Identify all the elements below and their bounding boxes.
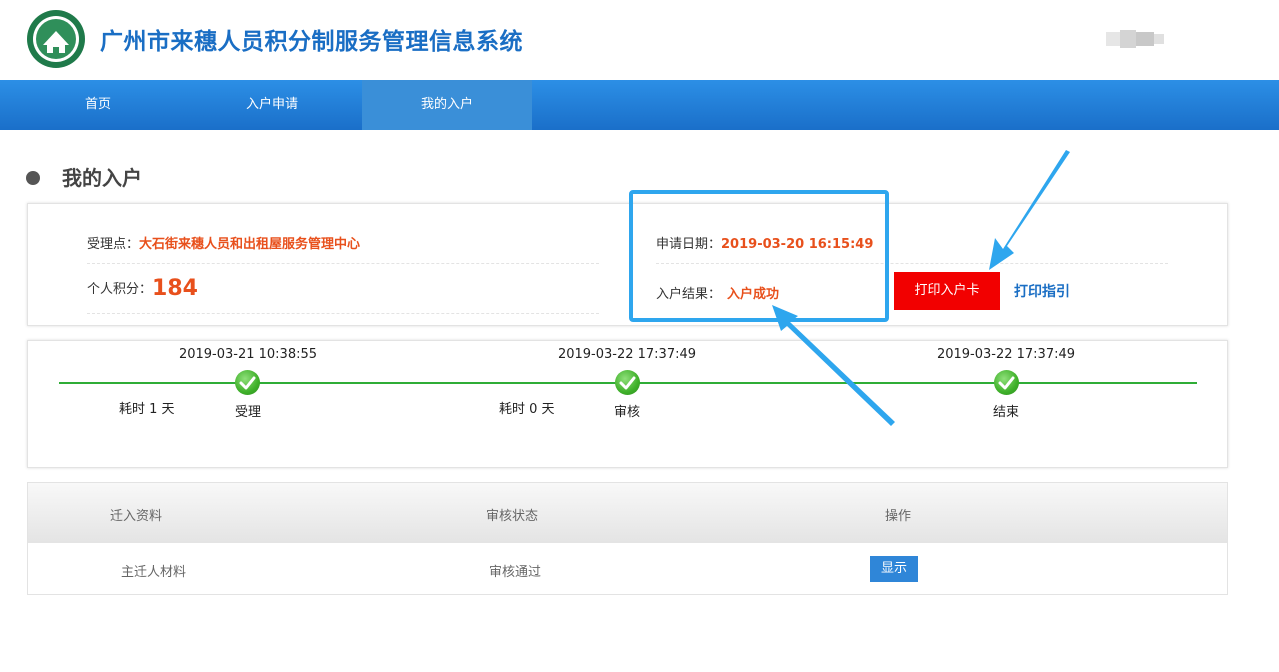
header: 广州市来穗人员积分制服务管理信息系统 [0, 0, 1279, 80]
nav-apply[interactable]: 入户申请 [212, 80, 332, 130]
nav-home[interactable]: 首页 [40, 80, 156, 130]
show-button[interactable]: 显示 [870, 556, 918, 582]
nav-my-settlement[interactable]: 我的入户 [362, 80, 532, 130]
step-time: 2019-03-22 17:37:49 [557, 347, 697, 362]
page-title: 我的入户 [62, 166, 142, 190]
step-label: 结束 [992, 405, 1019, 420]
office-label: 受理点： [87, 237, 140, 252]
score-row: 个人积分：184 [87, 276, 198, 301]
column-header: 操作 [885, 509, 912, 524]
office-row: 受理点：大石街来穗人员和出租屋服务管理中心 [87, 233, 360, 252]
print-guide-link[interactable]: 打印指引 [1014, 281, 1070, 301]
step-duration: 耗时 0 天 [499, 402, 555, 417]
step-duration: 耗时 1 天 [119, 402, 175, 417]
score-value: 184 [152, 276, 198, 301]
check-icon [994, 370, 1019, 395]
column-header: 审核状态 [486, 509, 539, 524]
annotation-highlight-box [629, 190, 889, 322]
section-bullet-icon [26, 171, 40, 185]
print-card-button[interactable]: 打印入户卡 [894, 272, 1000, 310]
score-label: 个人积分： [87, 282, 153, 297]
table-cell-material: 主迁人材料 [121, 565, 187, 580]
divider [87, 263, 599, 264]
step-time: 2019-03-22 17:37:49 [936, 347, 1076, 362]
table-cell-status: 审核通过 [489, 565, 542, 580]
main-nav: 首页 入户申请 我的入户 [0, 80, 1279, 130]
user-avatar-blurred[interactable] [1106, 28, 1176, 50]
progress-timeline: 2019-03-21 10:38:55 受理 耗时 1 天 2019-03-22… [27, 340, 1228, 468]
office-value: 大石街来穗人员和出租屋服务管理中心 [139, 237, 361, 252]
check-icon [235, 370, 260, 395]
step-time: 2019-03-21 10:38:55 [178, 347, 318, 362]
step-label: 审核 [613, 405, 640, 420]
check-icon [615, 370, 640, 395]
city-emblem-icon [27, 10, 85, 68]
step-label: 受理 [234, 405, 261, 420]
table-header: 迁入资料 审核状态 操作 [28, 483, 1227, 543]
site-title: 广州市来穗人员积分制服务管理信息系统 [100, 29, 523, 55]
materials-table: 迁入资料 审核状态 操作 主迁人材料 审核通过 显示 [27, 482, 1228, 595]
application-info-panel: 受理点：大石街来穗人员和出租屋服务管理中心 个人积分：184 申请日期：2019… [27, 203, 1228, 326]
divider [87, 313, 599, 314]
column-header: 迁入资料 [110, 509, 163, 524]
